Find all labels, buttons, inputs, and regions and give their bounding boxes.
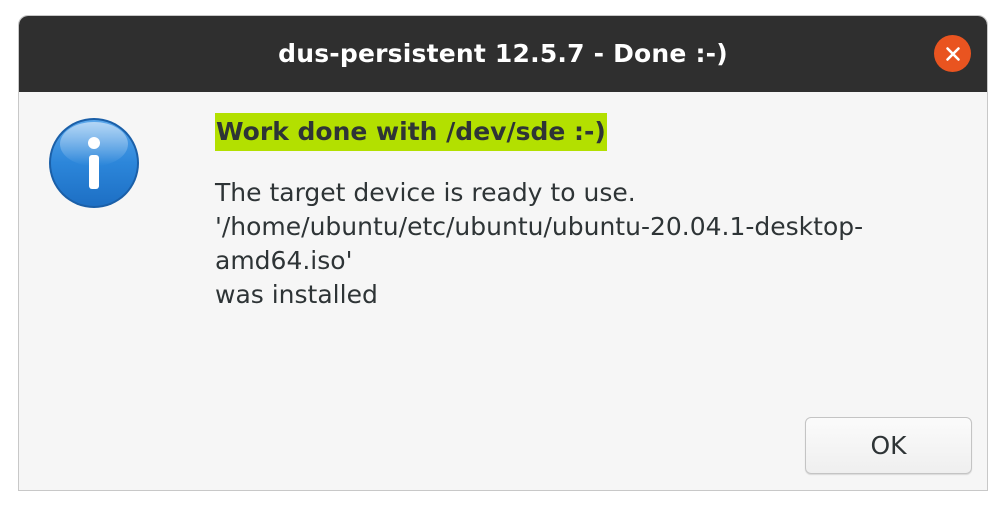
dialog-content: Work done with /dev/sde :-) The target d…: [215, 113, 935, 312]
message-line: '/home/ubuntu/etc/ubuntu/ubuntu-20.04.1-…: [215, 212, 864, 241]
dialog-message: The target device is ready to use. '/hom…: [215, 176, 935, 312]
message-line: was installed: [215, 280, 378, 309]
close-button[interactable]: [934, 35, 971, 72]
window-title: dus-persistent 12.5.7 - Done :-): [278, 39, 728, 68]
message-line: amd64.iso': [215, 246, 353, 275]
message-line: The target device is ready to use.: [215, 178, 636, 207]
dialog-window: dus-persistent 12.5.7 - Done :-) Work do…: [18, 15, 988, 491]
ok-button[interactable]: OK: [805, 417, 972, 474]
close-icon: [945, 46, 960, 61]
titlebar[interactable]: dus-persistent 12.5.7 - Done :-): [19, 16, 987, 92]
info-icon: [49, 118, 139, 208]
dialog-heading: Work done with /dev/sde :-): [215, 113, 607, 151]
